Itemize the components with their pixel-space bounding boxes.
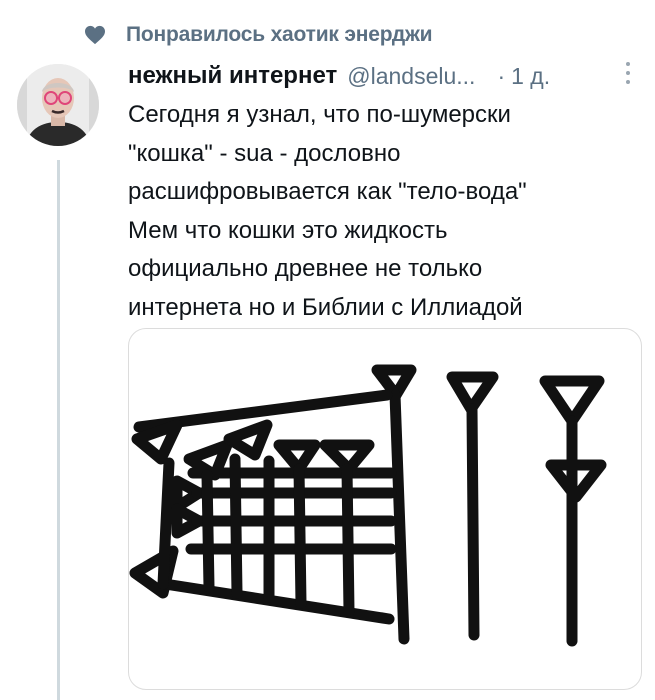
author-name[interactable]: нежный интернет [128,62,337,90]
social-context-text: Понравилось хаотик энерджи [126,23,433,46]
tweet-header: нежный интернет @landselu... · 1 д. [128,56,638,96]
thread-line [57,160,60,700]
author-handle[interactable]: @landselu... [347,63,475,90]
separator-dot: · [497,62,506,89]
heart-icon [85,25,105,45]
tweet-text-line: Мем что кошки это жидкость [128,216,448,244]
tweet-text-line: интернета но и Библии с Иллиадой [128,293,523,321]
tweet-media-image[interactable] [128,328,642,690]
social-context[interactable]: Понравилось хаотик энерджи [84,20,433,50]
tweet-text-line: официально древнее не только [128,255,483,282]
tweet-timestamp[interactable]: 1 д. [511,63,550,90]
avatar[interactable] [17,64,99,146]
more-options-icon[interactable] [624,62,632,90]
tweet-text-line: "кошка" - sua - дословно [128,139,401,167]
cuneiform-sign-icon [129,364,607,647]
tweet-text: Сегодня я узнал, что по-шумерски "кошка"… [128,96,628,327]
tweet-text-line: Сегодня я узнал, что по-шумерски [128,101,511,128]
avatar-image [17,64,99,146]
tweet-text-line: расшифровывается как "тело-вода" [128,178,527,205]
